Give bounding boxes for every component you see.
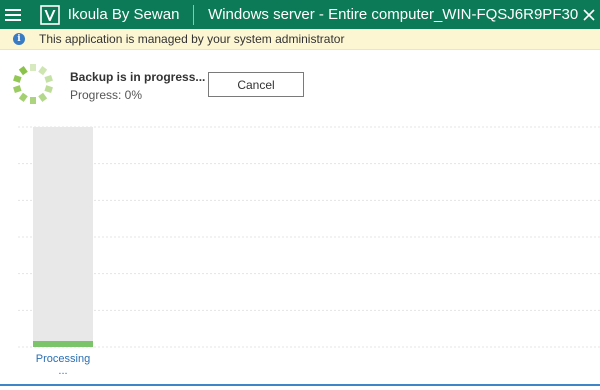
spinner-icon bbox=[13, 64, 53, 104]
title-bar: Ikoula By Sewan Windows server - Entire … bbox=[0, 0, 600, 29]
spinner-segment bbox=[38, 66, 48, 76]
status-title: Backup is in progress... bbox=[70, 70, 206, 84]
title-divider bbox=[193, 4, 195, 25]
bar-processing bbox=[33, 341, 93, 347]
close-icon[interactable] bbox=[578, 0, 600, 29]
info-icon: i bbox=[13, 33, 25, 45]
progress-text: Progress: 0% bbox=[70, 88, 143, 102]
bottom-accent-line bbox=[0, 384, 600, 386]
app-name: Ikoula By Sewan bbox=[67, 6, 180, 23]
spinner-segment bbox=[13, 85, 22, 94]
category-label-continued: ... bbox=[58, 365, 67, 377]
admin-banner: i This application is managed by your sy… bbox=[0, 29, 600, 50]
bar-track bbox=[33, 127, 93, 347]
window-title: Windows server - Entire computer_WIN-FQS… bbox=[208, 6, 579, 23]
cancel-button[interactable]: Cancel bbox=[208, 72, 304, 97]
spinner-segment bbox=[13, 74, 22, 83]
banner-text: This application is managed by your syst… bbox=[39, 32, 345, 46]
spinner-segment bbox=[44, 74, 53, 83]
progress-chart: Processing... bbox=[18, 126, 600, 377]
hamburger-menu-icon[interactable] bbox=[0, 0, 26, 29]
spinner-segment bbox=[38, 92, 48, 102]
veeam-logo-icon bbox=[39, 4, 60, 25]
category-label: Processing bbox=[36, 353, 90, 365]
spinner-segment bbox=[18, 66, 28, 76]
spinner-segment bbox=[18, 92, 28, 102]
spinner-segment bbox=[44, 85, 53, 94]
